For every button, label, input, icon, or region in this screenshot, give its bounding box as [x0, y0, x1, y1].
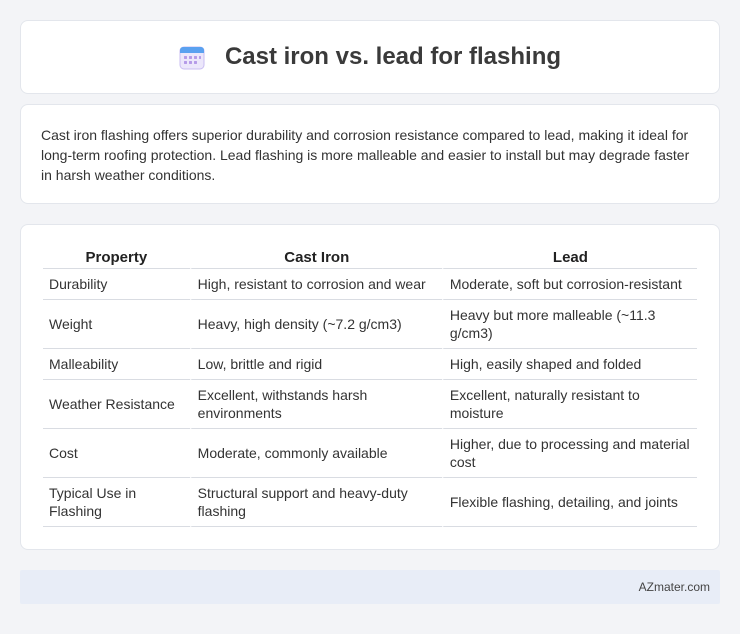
table-row: Durability High, resistant to corrosion …: [43, 269, 697, 300]
intro-card: Cast iron flashing offers superior durab…: [20, 104, 720, 204]
cell-cast-iron: Low, brittle and rigid: [189, 349, 442, 380]
table-row: Malleability Low, brittle and rigid High…: [43, 349, 697, 380]
cell-lead: Moderate, soft but corrosion-resistant: [441, 269, 697, 300]
cell-cast-iron: Structural support and heavy-duty flashi…: [189, 478, 442, 527]
comparison-card: Property Cast Iron Lead Durability High,…: [20, 224, 720, 550]
cell-property: Cost: [43, 429, 190, 478]
footer-brand: AZmater.com: [638, 580, 710, 594]
title-wrap: Cast iron vs. lead for flashing: [179, 43, 561, 71]
intro-text: Cast iron flashing offers superior durab…: [41, 127, 690, 183]
calendar-icon: [179, 44, 205, 70]
cell-lead: High, easily shaped and folded: [441, 349, 697, 380]
cell-lead: Excellent, naturally resistant to moistu…: [441, 380, 697, 429]
cell-property: Durability: [43, 269, 190, 300]
table-row: Cost Moderate, commonly available Higher…: [43, 429, 697, 478]
cell-lead: Flexible flashing, detailing, and joints: [441, 478, 697, 527]
header-lead: Lead: [441, 245, 697, 269]
table-row: Weight Heavy, high density (~7.2 g/cm3) …: [43, 300, 697, 349]
cell-property: Malleability: [43, 349, 190, 380]
cell-lead: Higher, due to processing and material c…: [441, 429, 697, 478]
header-cast-iron: Cast Iron: [189, 245, 442, 269]
cell-property: Weather Resistance: [43, 380, 190, 429]
cell-property: Weight: [43, 300, 190, 349]
cell-cast-iron: High, resistant to corrosion and wear: [189, 269, 442, 300]
header-property: Property: [43, 245, 190, 269]
page-title: Cast iron vs. lead for flashing: [224, 43, 562, 70]
cell-property: Typical Use in Flashing: [43, 478, 190, 527]
title-card: Cast iron vs. lead for flashing: [20, 20, 720, 94]
footer: AZmater.com: [20, 570, 720, 604]
cell-cast-iron: Heavy, high density (~7.2 g/cm3): [189, 300, 442, 349]
cell-lead: Heavy but more malleable (~11.3 g/cm3): [441, 300, 697, 349]
table-row: Typical Use in Flashing Structural suppo…: [43, 478, 697, 527]
table-header-row: Property Cast Iron Lead: [43, 245, 697, 269]
cell-cast-iron: Excellent, withstands harsh environments: [189, 380, 442, 429]
table-row: Weather Resistance Excellent, withstands…: [43, 380, 697, 429]
cell-cast-iron: Moderate, commonly available: [189, 429, 442, 478]
comparison-table: Property Cast Iron Lead Durability High,…: [43, 245, 697, 527]
